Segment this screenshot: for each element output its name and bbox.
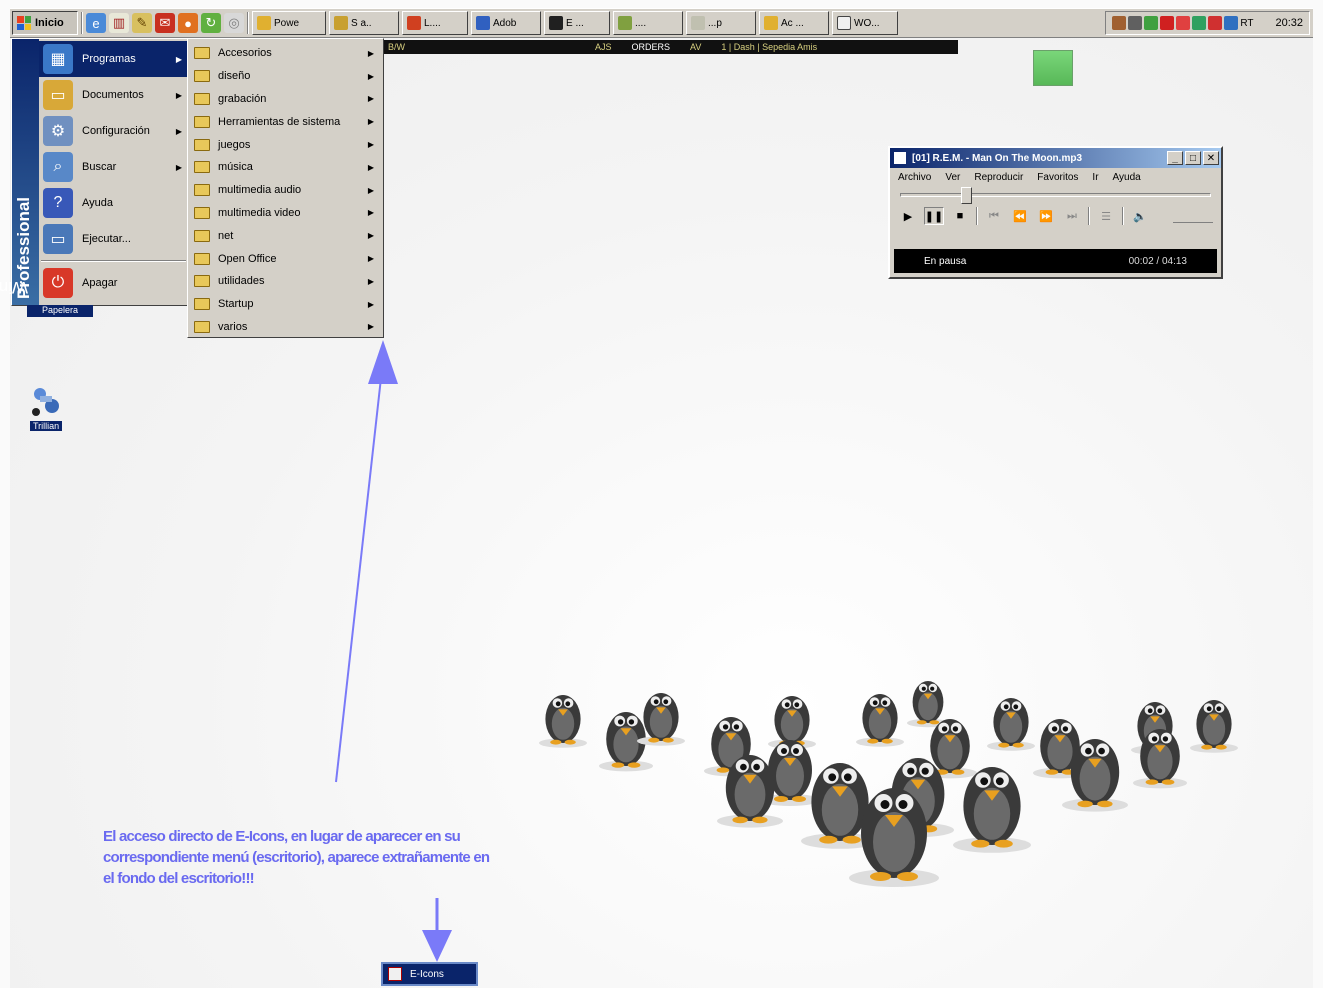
e-icons-shortcut[interactable]: E-Icons bbox=[381, 962, 478, 986]
arrow-up-line bbox=[335, 359, 384, 783]
e-icons-label: E-Icons bbox=[410, 968, 444, 980]
arrow-up-head bbox=[368, 340, 398, 384]
annotation-text: El acceso directo de E-Icons, en lugar d… bbox=[103, 828, 490, 887]
arrow-down-head bbox=[422, 930, 452, 962]
e-icons-icon bbox=[388, 967, 402, 981]
